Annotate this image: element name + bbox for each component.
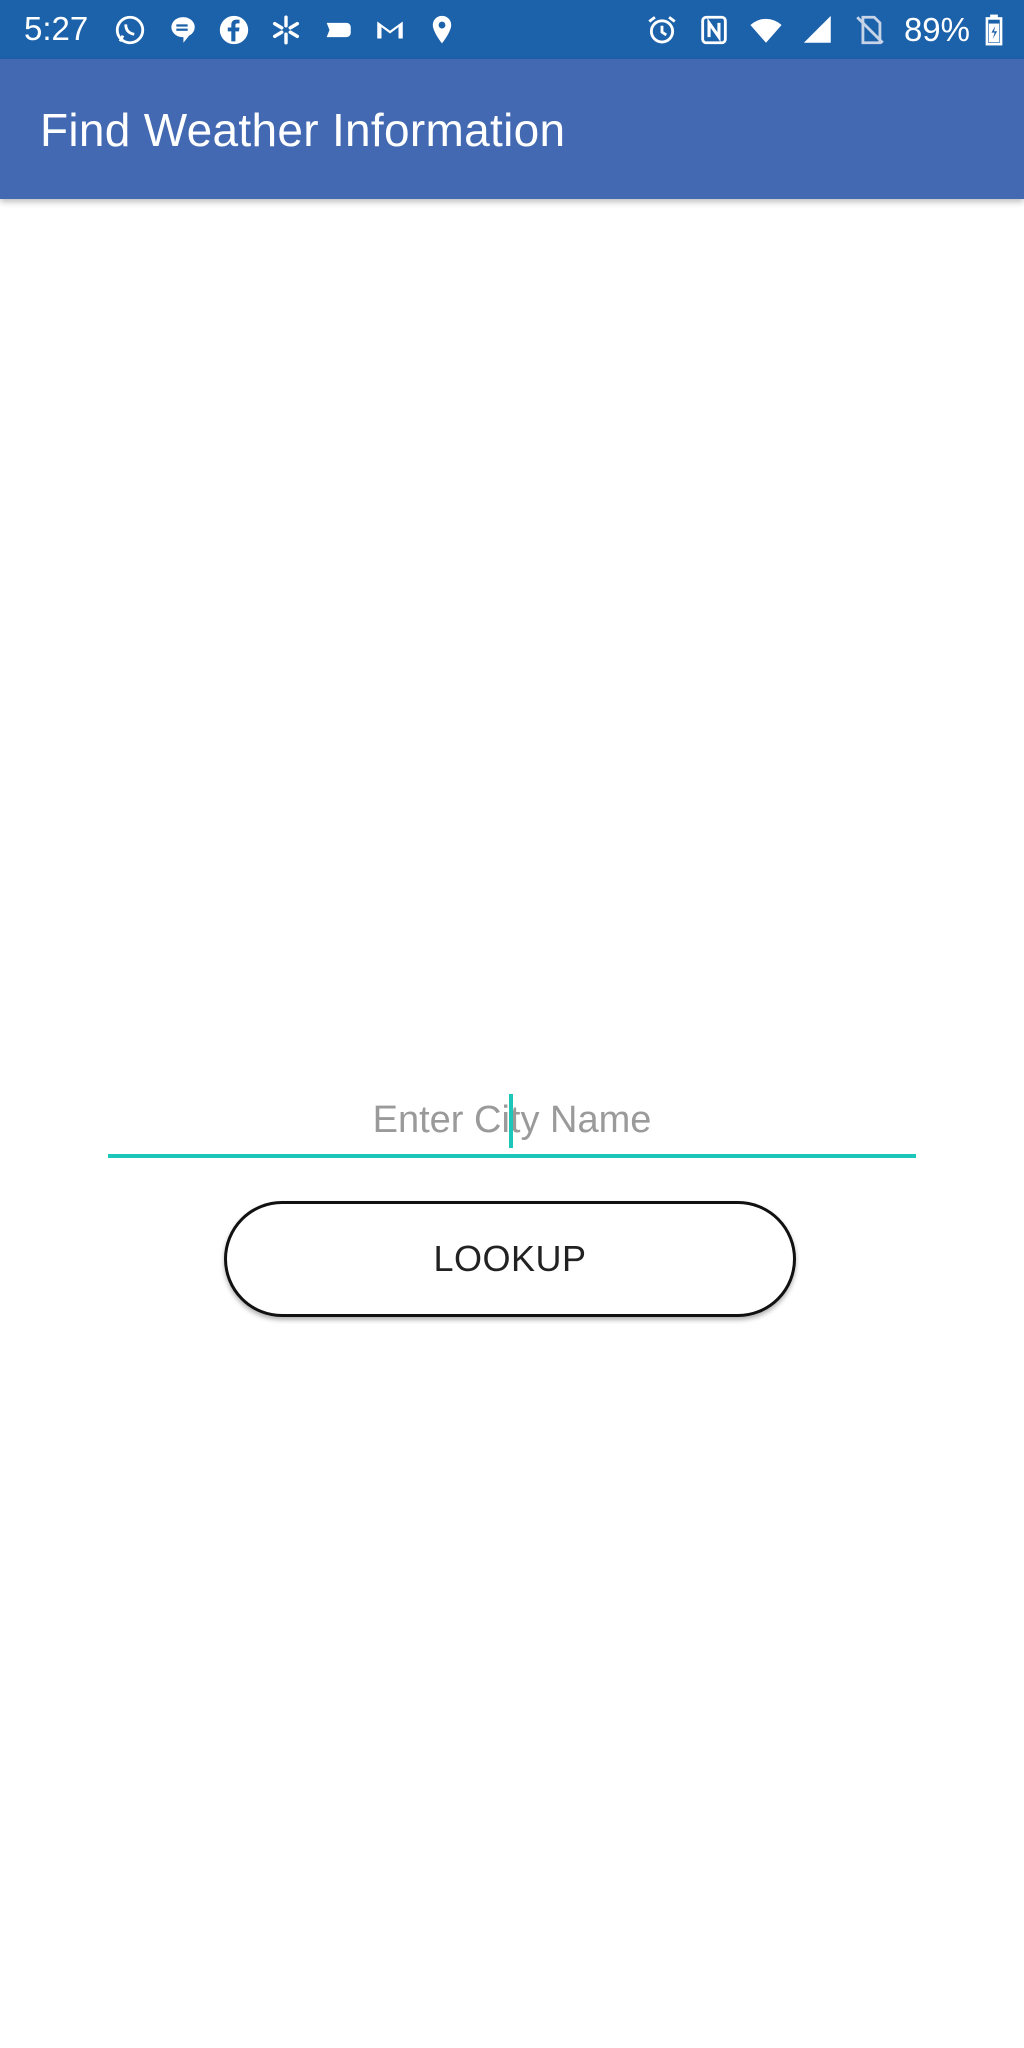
- whatsapp-icon: [110, 10, 150, 50]
- page-title: Find Weather Information: [40, 104, 566, 156]
- walmart-spark-icon: [266, 10, 306, 50]
- message-tag-icon: [318, 10, 358, 50]
- text-cursor: [509, 1094, 513, 1148]
- system-icons: 89%: [642, 10, 1006, 50]
- location-pin-icon: [422, 10, 462, 50]
- city-name-field[interactable]: [108, 1086, 916, 1158]
- status-time: 5:27: [24, 10, 89, 47]
- cell-signal-icon: [798, 10, 838, 50]
- alarm-icon: [642, 10, 682, 50]
- battery-icon: [982, 10, 1006, 50]
- lookup-button[interactable]: LOOKUP: [224, 1201, 796, 1317]
- nfc-icon: [694, 10, 734, 50]
- input-underline: [108, 1154, 916, 1158]
- notification-icons: [110, 10, 462, 50]
- status-bar: 5:27 89%: [0, 0, 1024, 59]
- app-bar: Find Weather Information: [0, 59, 1024, 199]
- gmail-icon: [370, 10, 410, 50]
- chat-bubble-icon: [162, 10, 202, 50]
- wifi-icon: [746, 10, 786, 50]
- battery-percent: 89%: [903, 11, 970, 48]
- no-sim-icon: [850, 10, 890, 50]
- facebook-icon: [214, 10, 254, 50]
